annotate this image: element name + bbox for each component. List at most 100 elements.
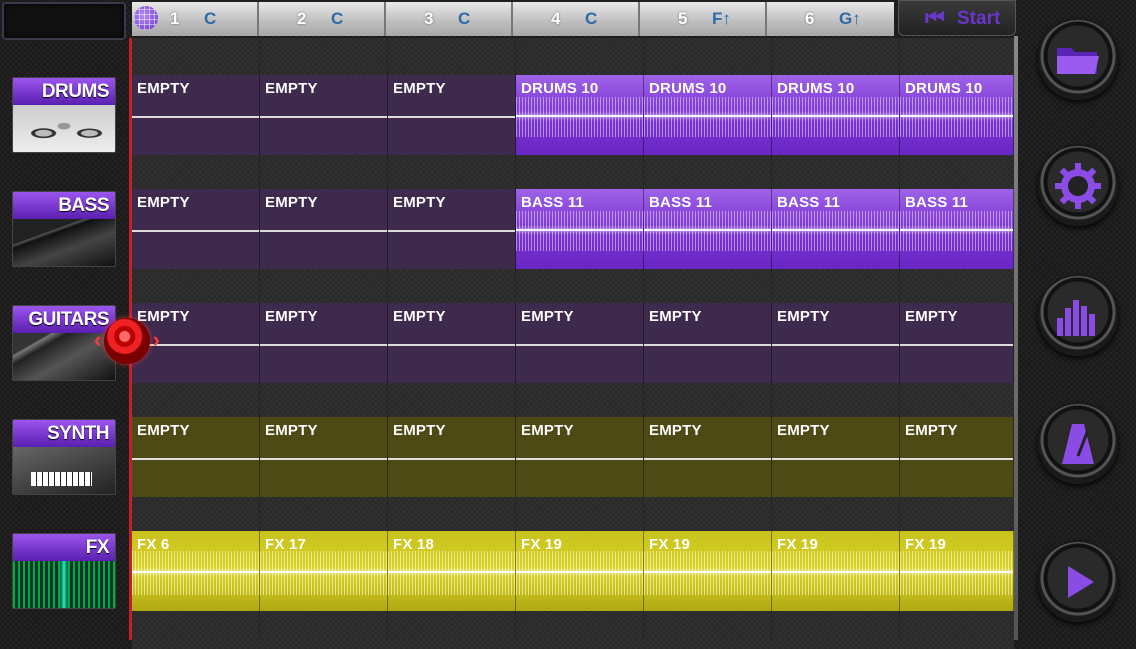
- gear-icon: [1038, 146, 1118, 226]
- clip-slot[interactable]: EMPTY: [900, 303, 1014, 383]
- clip-label: EMPTY: [137, 422, 190, 439]
- clip-slot[interactable]: EMPTY: [260, 303, 388, 383]
- waveform-line: [388, 344, 515, 346]
- track-bass: EMPTY EMPTY EMPTY BASS 11 BASS 11 BASS 1…: [132, 189, 1014, 269]
- play-button[interactable]: [1038, 542, 1118, 622]
- settings-button[interactable]: [1038, 146, 1118, 226]
- clip-slot[interactable]: FX 6: [132, 531, 260, 611]
- clip-slot[interactable]: FX 19: [516, 531, 644, 611]
- playhead-handle[interactable]: ‹ ›: [94, 318, 160, 364]
- clip-slot[interactable]: BASS 11: [644, 189, 772, 269]
- clip-label: EMPTY: [905, 422, 958, 439]
- instrument-bass-button[interactable]: BASS: [12, 191, 116, 267]
- synthesizer-keyboard-image: [13, 447, 115, 494]
- clip-slot[interactable]: EMPTY: [132, 417, 260, 497]
- measure-3[interactable]: 3 C: [386, 2, 513, 36]
- row-separator: [132, 155, 1014, 193]
- mixer-button[interactable]: [1038, 276, 1118, 356]
- clip-label: EMPTY: [137, 194, 190, 211]
- clip-slot[interactable]: EMPTY: [516, 303, 644, 383]
- clip-slot[interactable]: FX 19: [900, 531, 1014, 611]
- clip-label: EMPTY: [777, 308, 830, 325]
- waveform-line: [388, 571, 515, 573]
- waveform-line: [644, 115, 771, 117]
- instrument-label: FX: [13, 534, 115, 561]
- clip-slot[interactable]: DRUMS 10: [772, 75, 900, 155]
- waveform-line: [900, 571, 1013, 573]
- open-folder-button[interactable]: [1038, 20, 1118, 100]
- instrument-panel: DRUMS BASS GUITARS SYNTH FX: [0, 0, 130, 640]
- clip-label: EMPTY: [393, 422, 446, 439]
- clip-slot[interactable]: DRUMS 10: [900, 75, 1014, 155]
- waveform-line: [644, 571, 771, 573]
- clip-label: EMPTY: [649, 308, 702, 325]
- measure-1[interactable]: 1 C: [132, 2, 259, 36]
- clip-slot[interactable]: EMPTY: [900, 417, 1014, 497]
- instrument-label: BASS: [13, 192, 115, 219]
- measure-key: C: [458, 9, 471, 28]
- clip-slot[interactable]: EMPTY: [132, 189, 260, 269]
- measure-4[interactable]: 4 C: [513, 2, 640, 36]
- clip-label: EMPTY: [137, 308, 190, 325]
- clip-label: EMPTY: [265, 194, 318, 211]
- chevron-right-icon: ›: [152, 327, 160, 352]
- clip-slot[interactable]: EMPTY: [260, 189, 388, 269]
- measure-number: 3: [424, 9, 434, 28]
- clip-slot[interactable]: EMPTY: [260, 417, 388, 497]
- clip-slot[interactable]: EMPTY: [388, 303, 516, 383]
- waveform-line: [772, 229, 899, 231]
- measure-key: C: [204, 9, 217, 28]
- instrument-fx-button[interactable]: FX: [12, 533, 116, 609]
- clip-slot[interactable]: DRUMS 10: [644, 75, 772, 155]
- waveform-line: [132, 116, 259, 118]
- clip-slot[interactable]: EMPTY: [644, 303, 772, 383]
- clip-slot[interactable]: DRUMS 10: [516, 75, 644, 155]
- measure-6[interactable]: 6 G↑: [767, 2, 894, 36]
- clip-label: EMPTY: [265, 422, 318, 439]
- clip-slot[interactable]: FX 18: [388, 531, 516, 611]
- clip-label: BASS 11: [905, 194, 969, 211]
- clip-slot[interactable]: EMPTY: [772, 303, 900, 383]
- instrument-synth-button[interactable]: SYNTH: [12, 419, 116, 495]
- waveform-line: [516, 458, 643, 460]
- row-separator: [132, 269, 1014, 307]
- clip-slot[interactable]: EMPTY: [388, 75, 516, 155]
- waveform-line: [900, 344, 1013, 346]
- clip-label: DRUMS 10: [777, 80, 855, 97]
- clip-slot[interactable]: BASS 11: [516, 189, 644, 269]
- globe-icon[interactable]: [134, 6, 158, 30]
- clip-slot[interactable]: FX 17: [260, 531, 388, 611]
- measure-bar: 1 C 2 C 3 C 4 C 5 F↑ 6 G↑: [132, 2, 896, 36]
- waveform-line: [388, 458, 515, 460]
- clip-slot[interactable]: EMPTY: [388, 417, 516, 497]
- measure-2[interactable]: 2 C: [259, 2, 386, 36]
- clip-slot[interactable]: FX 19: [772, 531, 900, 611]
- waveform-line: [260, 344, 387, 346]
- instrument-drums-button[interactable]: DRUMS: [12, 77, 116, 153]
- row-separator: [132, 611, 1014, 649]
- clip-slot[interactable]: EMPTY: [388, 189, 516, 269]
- clip-slot[interactable]: EMPTY: [132, 75, 260, 155]
- clip-slot[interactable]: EMPTY: [772, 417, 900, 497]
- clip-slot[interactable]: EMPTY: [132, 303, 260, 383]
- clip-label: DRUMS 10: [905, 80, 983, 97]
- track-grid: EMPTY EMPTY EMPTY DRUMS 10 DRUMS 10 DRUM…: [132, 38, 1016, 649]
- waveform-line: [772, 115, 899, 117]
- measure-5[interactable]: 5 F↑: [640, 2, 767, 36]
- clip-slot[interactable]: FX 19: [644, 531, 772, 611]
- clip-label: FX 19: [649, 536, 691, 553]
- metronome-button[interactable]: [1038, 404, 1118, 484]
- waveform-line: [132, 344, 259, 346]
- waveform-line: [516, 344, 643, 346]
- measure-key: C: [585, 9, 598, 28]
- clip-slot[interactable]: EMPTY: [644, 417, 772, 497]
- clip-label: FX 6: [137, 536, 170, 553]
- instrument-label: SYNTH: [13, 420, 115, 447]
- clip-slot[interactable]: EMPTY: [516, 417, 644, 497]
- measure-number: 6: [805, 9, 815, 28]
- waveform-line: [388, 116, 515, 118]
- clip-slot[interactable]: EMPTY: [260, 75, 388, 155]
- clip-slot[interactable]: BASS 11: [900, 189, 1014, 269]
- start-button[interactable]: ⏮ Start: [898, 0, 1016, 36]
- clip-slot[interactable]: BASS 11: [772, 189, 900, 269]
